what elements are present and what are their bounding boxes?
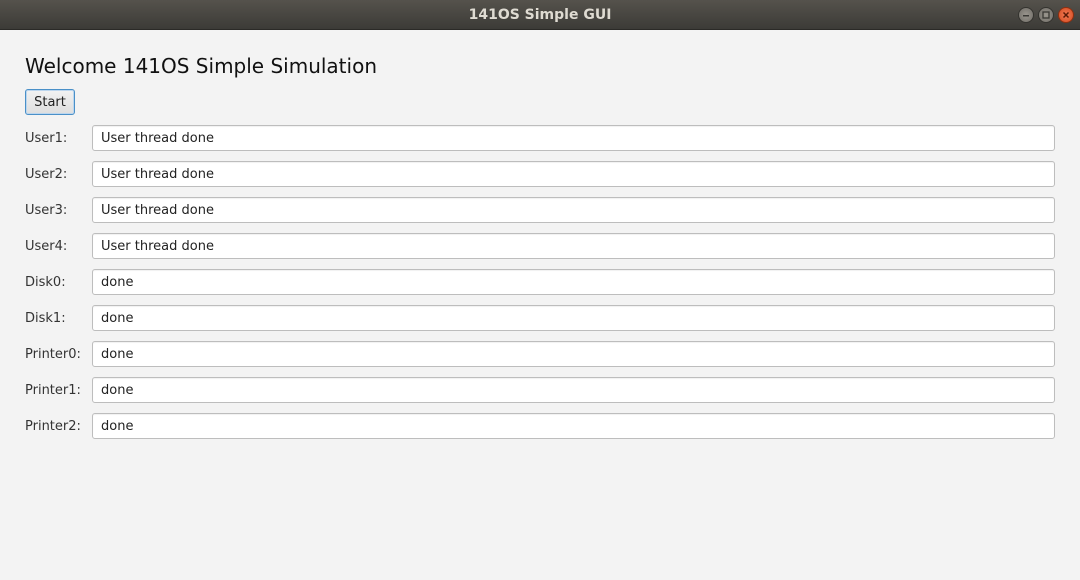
- start-button[interactable]: Start: [25, 89, 75, 115]
- row-label: Disk0:: [25, 275, 66, 290]
- status-row-disk0: Disk0:: [0, 269, 1080, 296]
- status-row-user3: User3:: [0, 197, 1080, 224]
- status-row-user4: User4:: [0, 233, 1080, 260]
- minimize-button[interactable]: [1018, 7, 1034, 23]
- window-title: 141OS Simple GUI: [468, 7, 612, 23]
- user3-status-field[interactable]: [92, 197, 1055, 223]
- status-row-user1: User1:: [0, 125, 1080, 152]
- user1-status-field[interactable]: [92, 125, 1055, 151]
- status-row-user2: User2:: [0, 161, 1080, 188]
- row-label: Printer1:: [25, 383, 81, 398]
- status-row-printer2: Printer2:: [0, 413, 1080, 440]
- maximize-icon: [1042, 11, 1050, 19]
- page-heading: Welcome 141OS Simple Simulation: [25, 54, 377, 78]
- disk1-status-field[interactable]: [92, 305, 1055, 331]
- row-label: User2:: [25, 167, 68, 182]
- window-titlebar: 141OS Simple GUI: [0, 0, 1080, 30]
- row-label: User4:: [25, 239, 68, 254]
- row-label: User1:: [25, 131, 68, 146]
- close-icon: [1062, 11, 1070, 19]
- printer0-status-field[interactable]: [92, 341, 1055, 367]
- printer2-status-field[interactable]: [92, 413, 1055, 439]
- row-label: User3:: [25, 203, 68, 218]
- printer1-status-field[interactable]: [92, 377, 1055, 403]
- user4-status-field[interactable]: [92, 233, 1055, 259]
- minimize-icon: [1023, 15, 1029, 17]
- status-row-printer0: Printer0:: [0, 341, 1080, 368]
- close-button[interactable]: [1058, 7, 1074, 23]
- row-label: Disk1:: [25, 311, 66, 326]
- disk0-status-field[interactable]: [92, 269, 1055, 295]
- user2-status-field[interactable]: [92, 161, 1055, 187]
- row-label: Printer0:: [25, 347, 81, 362]
- row-label: Printer2:: [25, 419, 81, 434]
- status-row-printer1: Printer1:: [0, 377, 1080, 404]
- status-row-disk1: Disk1:: [0, 305, 1080, 332]
- maximize-button[interactable]: [1038, 7, 1054, 23]
